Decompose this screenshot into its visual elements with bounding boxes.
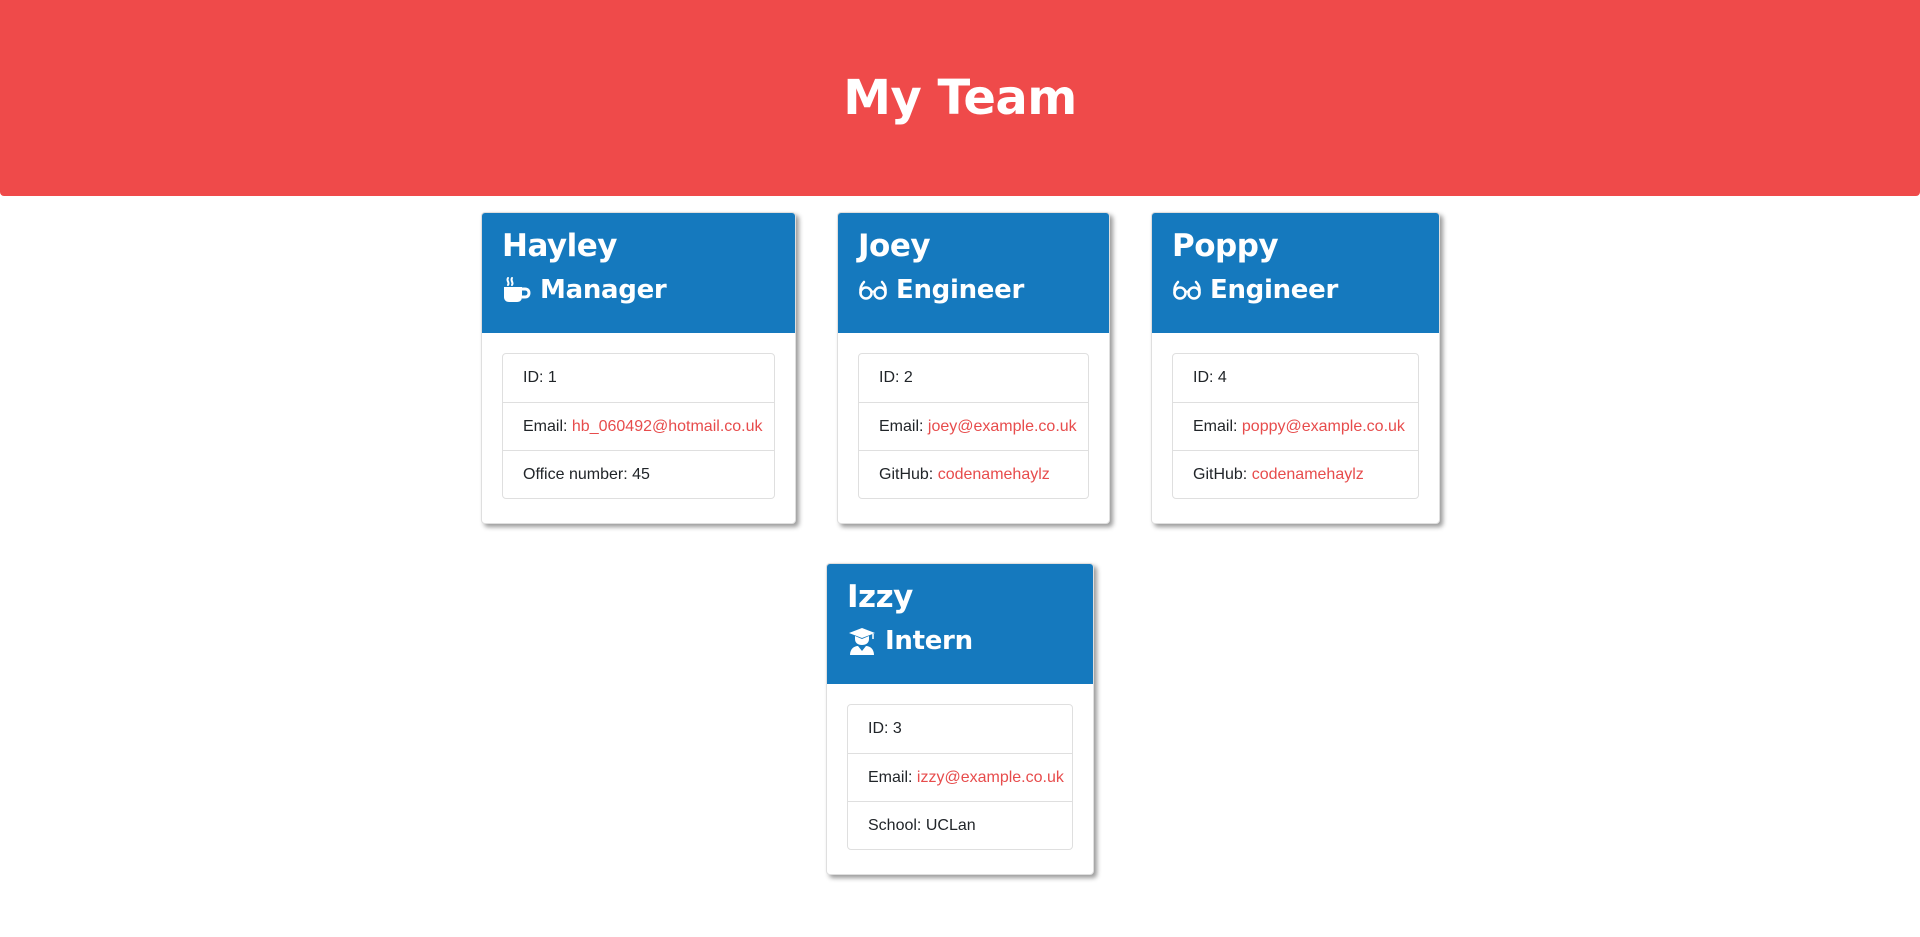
employee-name: Joey xyxy=(858,228,931,264)
card-body: ID: 2 Email: joey@example.co.uk GitHub: … xyxy=(838,333,1109,519)
email-row: Email: izzy@example.co.uk xyxy=(848,753,1072,801)
school-label: School: xyxy=(868,816,922,834)
detail-list: ID: 3 Email: izzy@example.co.uk School: … xyxy=(847,704,1073,850)
email-link[interactable]: izzy@example.co.uk xyxy=(917,769,1064,787)
school-value: UCLan xyxy=(925,816,976,834)
employee-role: Manager xyxy=(502,273,775,307)
id-label: ID: xyxy=(1193,369,1214,386)
school-row: School: UCLan xyxy=(848,801,1072,849)
glasses-icon xyxy=(858,275,888,305)
page-header: My Team xyxy=(0,0,1920,196)
github-link[interactable]: codenamehaylz xyxy=(938,466,1050,484)
card-body: ID: 4 Email: poppy@example.co.uk GitHub:… xyxy=(1152,333,1439,519)
email-label: Email: xyxy=(868,768,913,786)
card-body: ID: 3 Email: izzy@example.co.uk School: … xyxy=(827,684,1093,870)
id-label: ID: xyxy=(879,369,900,386)
email-row: Email: joey@example.co.uk xyxy=(859,402,1088,450)
employee-card-poppy: Poppy Engineer ID: 4 Email: poppy@exampl… xyxy=(1151,212,1440,524)
role-label: Intern xyxy=(885,626,973,656)
graduate-icon xyxy=(847,626,877,656)
card-header: Hayley Manager xyxy=(482,213,795,333)
id-label: ID: xyxy=(523,369,544,386)
id-row: ID: 1 xyxy=(503,354,774,402)
card-header: Poppy Engineer xyxy=(1152,213,1439,333)
card-header: Izzy Intern xyxy=(827,564,1093,684)
glasses-icon xyxy=(1172,275,1202,305)
coffee-icon xyxy=(502,275,532,305)
office-number-label: Office number: xyxy=(523,465,628,483)
employee-name: Izzy xyxy=(847,579,913,615)
detail-list: ID: 4 Email: poppy@example.co.uk GitHub:… xyxy=(1172,353,1419,499)
email-label: Email: xyxy=(523,417,568,435)
employee-role: Engineer xyxy=(858,273,1089,307)
detail-list: ID: 2 Email: joey@example.co.uk GitHub: … xyxy=(858,353,1089,499)
role-label: Engineer xyxy=(1210,275,1338,305)
github-row: GitHub: codenamehaylz xyxy=(859,450,1088,498)
card-body: ID: 1 Email: hb_060492@hotmail.co.uk Off… xyxy=(482,333,795,519)
github-row: GitHub: codenamehaylz xyxy=(1173,450,1418,498)
email-row: Email: poppy@example.co.uk xyxy=(1173,402,1418,450)
id-value: 4 xyxy=(1217,369,1227,386)
email-label: Email: xyxy=(1193,417,1238,435)
employee-name: Hayley xyxy=(502,228,617,264)
office-number-row: Office number: 45 xyxy=(503,450,774,498)
email-row: Email: hb_060492@hotmail.co.uk xyxy=(503,402,774,450)
id-row: ID: 3 xyxy=(848,705,1072,753)
email-link[interactable]: joey@example.co.uk xyxy=(928,418,1077,436)
github-label: GitHub: xyxy=(1193,465,1248,483)
card-header: Joey Engineer xyxy=(838,213,1109,333)
email-link[interactable]: poppy@example.co.uk xyxy=(1242,418,1405,436)
github-link[interactable]: codenamehaylz xyxy=(1252,466,1364,484)
id-value: 3 xyxy=(892,720,902,737)
role-label: Manager xyxy=(540,275,667,305)
id-value: 1 xyxy=(547,369,557,386)
employee-name: Poppy xyxy=(1172,228,1279,264)
github-label: GitHub: xyxy=(879,465,934,483)
employee-card-izzy: Izzy Intern ID: 3 Email: izzy@example.co… xyxy=(826,563,1094,875)
email-label: Email: xyxy=(879,417,924,435)
id-row: ID: 2 xyxy=(859,354,1088,402)
employee-role: Intern xyxy=(847,624,1073,658)
detail-list: ID: 1 Email: hb_060492@hotmail.co.uk Off… xyxy=(502,353,775,499)
employee-card-hayley: Hayley Manager ID: 1 Email: hb_060492@ho… xyxy=(481,212,796,524)
page-title: My Team xyxy=(843,70,1077,126)
role-label: Engineer xyxy=(896,275,1024,305)
id-value: 2 xyxy=(903,369,913,386)
employee-card-joey: Joey Engineer ID: 2 Email: joey@example.… xyxy=(837,212,1110,524)
office-number-value: 45 xyxy=(632,465,650,483)
id-label: ID: xyxy=(868,720,889,737)
id-row: ID: 4 xyxy=(1173,354,1418,402)
employee-role: Engineer xyxy=(1172,273,1419,307)
email-link[interactable]: hb_060492@hotmail.co.uk xyxy=(572,418,763,436)
